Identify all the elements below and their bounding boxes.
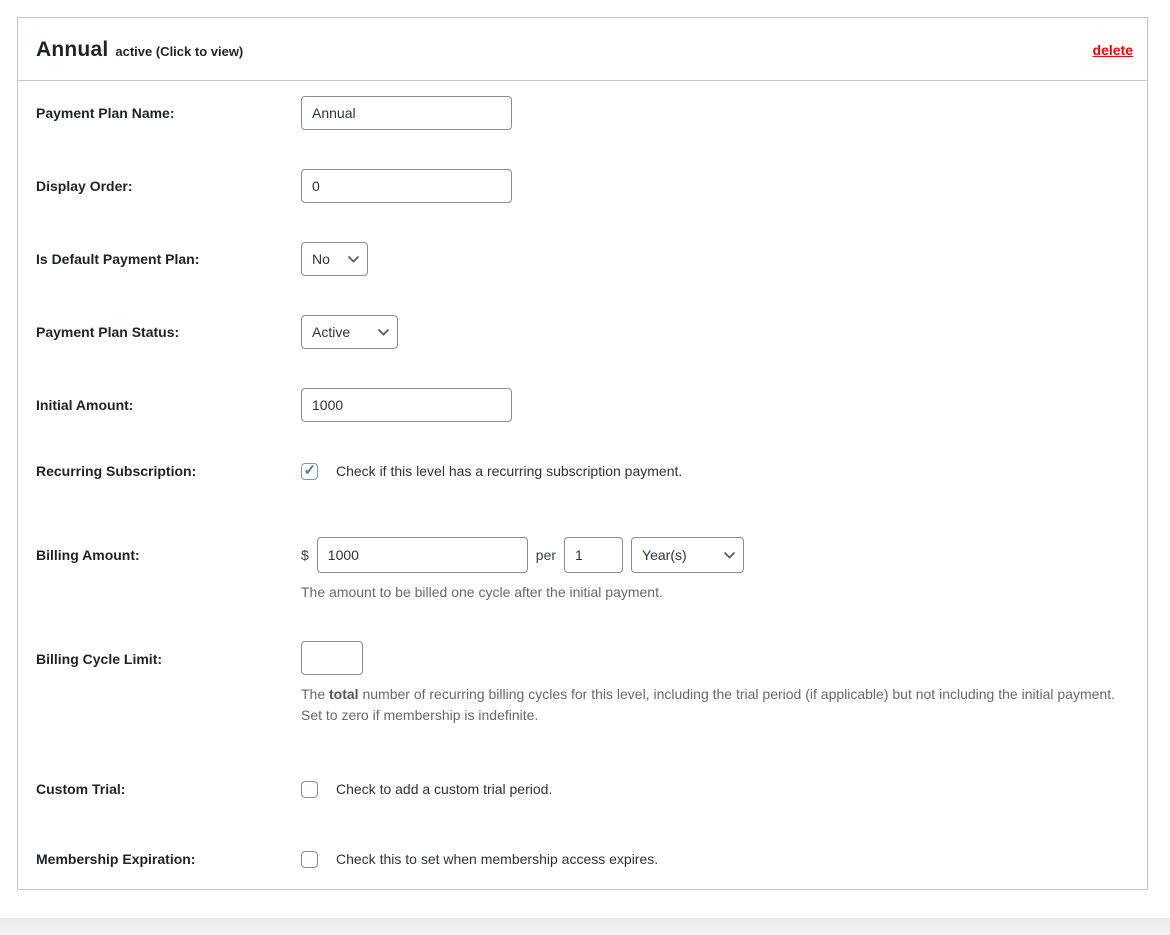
- billing-cycle-limit-input[interactable]: [301, 640, 363, 675]
- custom-trial-description: Check to add a custom trial period.: [336, 781, 553, 798]
- row-billing-amount: Billing Amount: $ per Year(s) The amount…: [36, 537, 1117, 604]
- plan-status-label: Payment Plan Status:: [36, 324, 180, 340]
- billing-amount-help: The amount to be billed one cycle after …: [301, 584, 663, 600]
- row-billing-cycle-limit: Billing Cycle Limit: The total number of…: [36, 640, 1117, 727]
- delete-link[interactable]: delete: [1093, 42, 1133, 58]
- row-display-order: Display Order:: [36, 169, 1117, 203]
- billing-cycle-number-input[interactable]: [564, 537, 624, 573]
- currency-symbol: $: [301, 547, 309, 563]
- display-order-label: Display Order:: [36, 178, 133, 194]
- per-label: per: [535, 547, 557, 563]
- plan-status-note[interactable]: active (Click to view): [115, 44, 243, 59]
- billing-cycle-period-select[interactable]: Year(s): [631, 537, 745, 573]
- plan-title-group: Annual active (Click to view): [36, 38, 243, 62]
- membership-expiration-label: Membership Expiration:: [36, 851, 196, 868]
- billing-amount-label: Billing Amount:: [36, 547, 140, 563]
- is-default-plan-select[interactable]: No: [301, 242, 368, 276]
- custom-trial-checkbox[interactable]: [301, 780, 318, 798]
- row-initial-amount: Initial Amount:: [36, 388, 1117, 422]
- payment-plan-name-input[interactable]: [301, 96, 512, 130]
- row-is-default-plan: Is Default Payment Plan: No: [36, 242, 1117, 276]
- display-order-input[interactable]: [301, 169, 512, 203]
- custom-trial-label: Custom Trial:: [36, 781, 126, 798]
- row-recurring-subscription: Recurring Subscription: Check if this le…: [36, 461, 1117, 481]
- payment-plan-header: Annual active (Click to view) delete: [18, 18, 1147, 81]
- payment-plan-card: Annual active (Click to view) delete Pay…: [17, 17, 1148, 891]
- billing-cycle-limit-help: The total number of recurring billing cy…: [301, 685, 1115, 724]
- is-default-plan-label: Is Default Payment Plan:: [36, 251, 200, 267]
- payment-plan-name-label: Payment Plan Name:: [36, 105, 175, 121]
- plan-status-select[interactable]: Active: [301, 315, 398, 349]
- row-plan-status: Payment Plan Status: Active: [36, 315, 1117, 349]
- plan-title: Annual: [36, 38, 109, 61]
- initial-amount-input[interactable]: [301, 388, 512, 422]
- payment-plan-form: Payment Plan Name: Display Order: Is Def…: [18, 81, 1147, 889]
- recurring-subscription-checkbox[interactable]: [301, 462, 318, 480]
- row-payment-plan-name: Payment Plan Name:: [36, 96, 1117, 130]
- recurring-subscription-label: Recurring Subscription:: [36, 463, 197, 479]
- membership-expiration-checkbox[interactable]: [301, 850, 318, 868]
- admin-background-strip: [0, 918, 1170, 935]
- billing-amount-input[interactable]: [316, 537, 528, 573]
- billing-cycle-limit-label: Billing Cycle Limit:: [36, 650, 163, 667]
- row-custom-trial: Custom Trial: Check to add a custom tria…: [36, 779, 1117, 799]
- recurring-subscription-description: Check if this level has a recurring subs…: [336, 463, 683, 479]
- membership-expiration-description: Check this to set when membership access…: [336, 851, 659, 868]
- row-membership-expiration: Membership Expiration: Check this to set…: [36, 849, 1117, 869]
- initial-amount-label: Initial Amount:: [36, 397, 134, 413]
